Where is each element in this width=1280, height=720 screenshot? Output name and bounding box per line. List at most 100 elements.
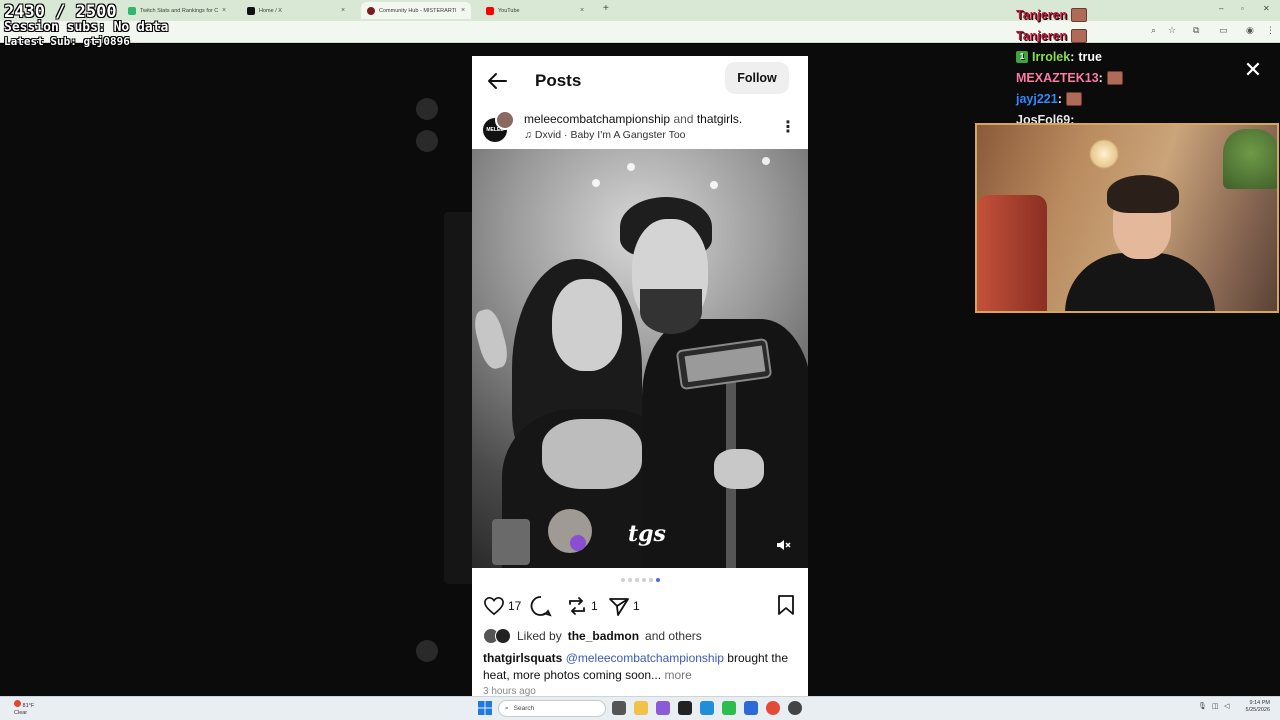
backdrop-avatar — [416, 98, 438, 120]
weather-condition: Clear — [14, 710, 28, 716]
like-count: 17 — [508, 599, 522, 613]
more-options-icon[interactable]: ⋮ — [778, 118, 798, 138]
taskbar-search[interactable]: ⌕ Search — [498, 700, 606, 717]
stage-light — [627, 163, 635, 171]
tab-title: Home / X — [259, 7, 282, 14]
weather-widget[interactable]: 81°F Clear — [14, 700, 34, 717]
repost-count: 1 — [591, 599, 598, 613]
extensions-icon[interactable]: ⧉ — [1193, 25, 1199, 36]
carousel-indicator — [472, 578, 808, 582]
app-icon[interactable] — [788, 701, 802, 715]
tab-twitch-stats[interactable]: Twitch Stats and Rankings for C... × — [122, 2, 232, 19]
like-button[interactable]: 17 — [483, 594, 521, 618]
sub-goal-counter: 2430 / 2500 — [4, 2, 117, 22]
stage-light — [762, 157, 770, 165]
follow-button[interactable]: Follow — [725, 62, 789, 94]
browser-menu-icon[interactable]: ⋮ — [1266, 25, 1275, 36]
windows-start-icon[interactable] — [478, 701, 492, 715]
author-secondary-link[interactable]: thatgirls. — [697, 112, 742, 126]
spotify-icon[interactable] — [722, 701, 736, 715]
community-hub-favicon-icon — [367, 6, 375, 15]
tab-close-icon[interactable]: × — [580, 7, 584, 14]
liked-by-user[interactable]: the_badmon — [568, 629, 639, 643]
stage-light — [710, 181, 718, 189]
audio-track[interactable]: ♫ Dxvid · Baby I'm A Gangster Too — [524, 129, 686, 141]
post-modal: Posts Follow MELEE meleecombatchampionsh… — [472, 56, 808, 696]
backdrop-post-card — [444, 212, 474, 584]
post-photo[interactable]: tgs — [472, 149, 808, 568]
mic-icon[interactable]: 🎙 — [1198, 702, 1207, 710]
post-author-row: MELEE meleecombatchampionship and thatgi… — [472, 108, 808, 148]
close-modal-icon[interactable]: ✕ — [1240, 58, 1266, 84]
chat-username: jayj221 — [1016, 91, 1058, 106]
discord-icon[interactable] — [656, 701, 670, 715]
repost-button[interactable]: 1 — [566, 594, 598, 618]
tab-close-icon[interactable]: × — [461, 7, 465, 14]
obs-icon[interactable] — [678, 701, 692, 715]
carousel-dot[interactable] — [648, 578, 653, 582]
liker-avatar — [495, 628, 511, 644]
profile-icon[interactable]: ◉ — [1246, 25, 1254, 36]
send-icon — [609, 598, 629, 616]
mute-icon[interactable] — [775, 537, 791, 553]
tab-close-icon[interactable]: × — [222, 7, 226, 14]
carousel-dot[interactable] — [620, 578, 625, 582]
carousel-dot[interactable] — [627, 578, 632, 582]
chat-message: 1 Irrolek: true — [1016, 46, 1176, 67]
weather-icon — [14, 700, 21, 707]
system-clock[interactable]: 9:14 PM 5/25/2026 — [1236, 700, 1270, 714]
back-arrow-icon[interactable] — [484, 68, 510, 94]
tab-home-x[interactable]: Home / X × — [241, 2, 351, 19]
tab-community-hub[interactable]: Community Hub - MISTERARTI... × — [361, 2, 472, 19]
share-button[interactable]: 1 — [608, 594, 640, 618]
weather-temp: 81°F — [22, 703, 35, 709]
carousel-dot[interactable] — [634, 578, 639, 582]
carousel-dot-active[interactable] — [655, 578, 660, 582]
heart-icon — [484, 596, 504, 616]
post-header: Posts Follow — [472, 56, 808, 106]
carousel-dot[interactable] — [641, 578, 646, 582]
webcam-streamer — [1065, 173, 1215, 311]
chat-username: Tanjeren — [1016, 28, 1068, 43]
windows-taskbar: 81°F Clear ⌕ Search 🎙 ◫ ◁ 9:14 PM 5/25/2… — [0, 696, 1280, 720]
post-timestamp: 3 hours ago — [483, 686, 536, 696]
caption-more-link[interactable]: more — [664, 668, 691, 682]
edge-icon[interactable] — [700, 701, 714, 715]
chrome-icon[interactable] — [766, 701, 780, 715]
caption-username[interactable]: thatgirlsquats — [483, 651, 562, 665]
file-explorer-icon[interactable] — [634, 701, 648, 715]
new-tab-button[interactable]: + — [603, 3, 609, 14]
chat-message: Tanjeren — [1016, 4, 1176, 25]
minimize-icon[interactable]: – — [1219, 4, 1223, 13]
photo-stickers: tgs — [482, 509, 682, 568]
chat-emote-icon — [1071, 7, 1088, 22]
audio-track-label: Dxvid · Baby I'm A Gangster Too — [534, 129, 686, 141]
tab-youtube[interactable]: YouTube × — [480, 2, 590, 19]
window-close-icon[interactable]: ✕ — [1263, 4, 1270, 13]
stage-light — [592, 179, 600, 187]
search-placeholder: Search — [513, 705, 535, 712]
coauthor-avatar[interactable] — [495, 110, 515, 130]
liked-by-row[interactable]: Liked by the_badmon and others — [483, 628, 702, 644]
repost-icon — [569, 597, 585, 615]
task-view-icon[interactable] — [612, 701, 626, 715]
sub-badge-icon: 1 — [1016, 50, 1028, 63]
comment-button[interactable] — [530, 594, 552, 618]
youtube-favicon-icon — [486, 6, 494, 15]
maximize-icon[interactable]: ▫ — [1241, 4, 1244, 13]
chat-message: jayj221: — [1016, 88, 1176, 109]
author-names: meleecombatchampionship and thatgirls. — [524, 112, 742, 126]
share-count: 1 — [633, 599, 640, 613]
streamer-webcam — [975, 123, 1279, 313]
network-icon[interactable]: ◫ — [1212, 702, 1219, 710]
chat-message: MEXAZTEK13: — [1016, 67, 1176, 88]
backdrop-avatar — [416, 130, 438, 152]
tab-close-icon[interactable]: × — [341, 7, 345, 14]
bookmark-icon[interactable] — [776, 594, 796, 616]
search-icon: ⌕ — [505, 704, 509, 712]
volume-icon[interactable]: ◁ — [1224, 702, 1229, 710]
app-icon[interactable] — [744, 701, 758, 715]
author-primary-link[interactable]: meleecombatchampionship — [524, 112, 670, 126]
cast-icon[interactable]: ▭ — [1219, 25, 1228, 36]
caption-mention[interactable]: @meleecombatchampionship — [566, 651, 724, 665]
